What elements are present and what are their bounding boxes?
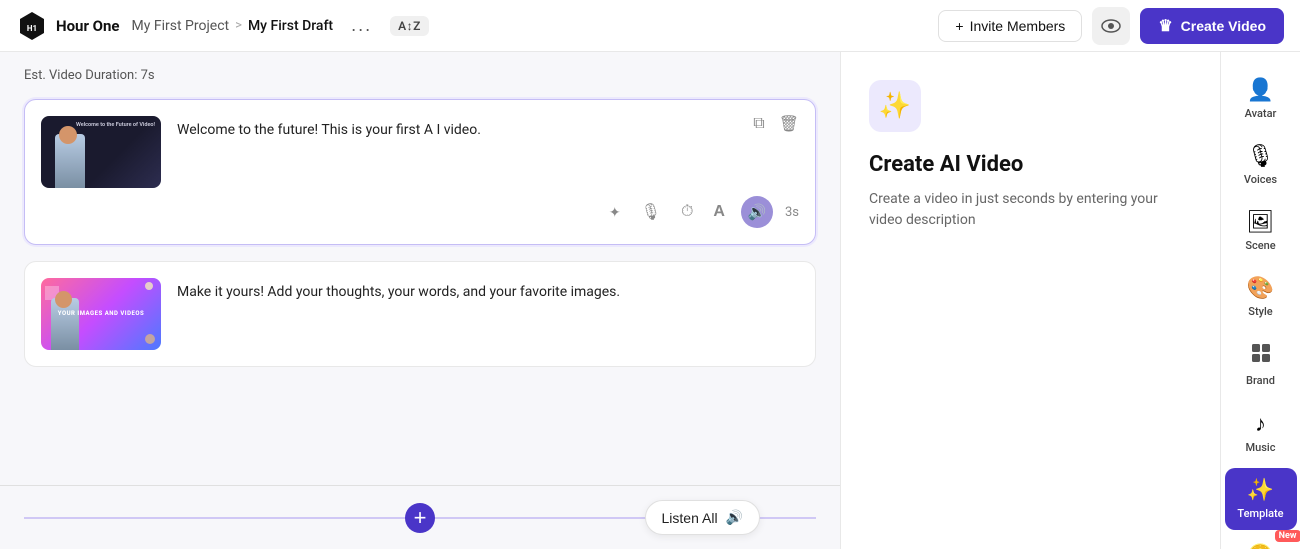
voices-icon: 🎙 <box>1247 144 1275 169</box>
template-label: Template <box>1237 507 1283 520</box>
add-scene-button[interactable]: + <box>405 503 435 533</box>
right-panel: ✨ Create AI Video Create a video in just… <box>840 52 1220 549</box>
thumb-text-2: YOUR IMAGES AND VIDEOS <box>58 309 144 319</box>
music-label: Music <box>1246 441 1276 454</box>
topbar: H1 Hour One My First Project > My First … <box>0 0 1300 52</box>
delete-button[interactable]: 🗑 <box>775 112 803 136</box>
ai-panel-title: Create AI Video <box>869 152 1192 177</box>
scene-card-2: YOUR IMAGES AND VIDEOS Make it yours! Ad… <box>24 261 816 367</box>
sidebar-item-avatar[interactable]: 👤 Avatar <box>1225 68 1297 130</box>
create-video-label: Create Video <box>1181 18 1266 34</box>
logo-icon: H1 <box>16 10 48 42</box>
ai-panel-desc: Create a video in just seconds by enteri… <box>869 189 1192 231</box>
sidebar-icons: 👤 Avatar 🎙 Voices 🖼 Scene 🎨 Style Brand … <box>1220 52 1300 549</box>
create-video-button[interactable]: ♛ Create Video <box>1140 8 1284 44</box>
listen-all-button[interactable]: Listen All 🔊 <box>645 500 760 535</box>
scene-text-2[interactable]: Make it yours! Add your thoughts, your w… <box>177 278 799 303</box>
music-icon: ♪ <box>1255 411 1266 437</box>
breadcrumb-current: My First Draft <box>248 18 333 34</box>
crown-icon: ♛ <box>1158 16 1172 36</box>
topbar-right: + Invite Members ♛ Create Video <box>938 7 1284 45</box>
scene-card-actions: ⧉ 🗑 <box>749 112 803 136</box>
logo: H1 Hour One <box>16 10 120 42</box>
sidebar-item-template[interactable]: ✨ Template <box>1225 468 1297 530</box>
svg-text:H1: H1 <box>27 24 37 33</box>
sidebar-item-music[interactable]: ♪ Music <box>1225 401 1297 464</box>
scene-card: ⧉ 🗑 Welcome to the Future of Video! Welc… <box>24 99 816 245</box>
avatar-label: Avatar <box>1245 107 1277 120</box>
ai-badge: A↕Z <box>390 16 429 36</box>
volume-button[interactable]: 🔊 <box>741 196 773 228</box>
listen-all-icon: 🔊 <box>726 509 743 526</box>
sidebar-item-coins[interactable]: New 🪙 Coins <box>1225 534 1297 549</box>
invite-plus-icon: + <box>955 18 963 34</box>
template-icon: ✨ <box>1247 478 1274 503</box>
est-duration: Est. Video Duration: 7s <box>24 68 816 83</box>
breadcrumb: My First Project > My First Draft <box>132 18 334 34</box>
style-label: Style <box>1248 305 1272 318</box>
duration-badge-1: 3s <box>785 205 799 220</box>
brand-label: Brand <box>1246 374 1275 387</box>
thumb-text-1: Welcome to the Future of Video! <box>76 122 155 130</box>
scene-thumbnail-1: Welcome to the Future of Video! <box>41 116 161 188</box>
scene-top-2: YOUR IMAGES AND VIDEOS Make it yours! Ad… <box>41 278 799 350</box>
magic-button[interactable]: ✦ <box>605 202 625 223</box>
voices-label: Voices <box>1244 173 1277 186</box>
preview-button[interactable] <box>1092 7 1130 45</box>
scene-thumbnail-2: YOUR IMAGES AND VIDEOS <box>41 278 161 350</box>
scene-label: Scene <box>1245 239 1275 252</box>
invite-members-button[interactable]: + Invite Members <box>938 10 1082 42</box>
new-badge: New <box>1275 530 1300 542</box>
scene-footer-1: ✦ 🎙 ⏱ A 🔊 3s <box>41 196 799 228</box>
avatar-icon: 👤 <box>1247 78 1274 103</box>
thumb-avatar-head <box>59 126 77 144</box>
sparkle-icon: ✨ <box>879 91 911 121</box>
scene-top: Welcome to the Future of Video! Welcome … <box>41 116 799 188</box>
coins-icon: 🪙 <box>1247 544 1274 549</box>
content-inner: Est. Video Duration: 7s ⧉ 🗑 Welcome to t… <box>0 52 840 485</box>
deco-circle-2 <box>145 334 155 344</box>
scene-icon: 🖼 <box>1247 210 1275 235</box>
style-icon: 🎨 <box>1247 276 1274 301</box>
listen-all-label: Listen All <box>662 510 718 526</box>
invite-label: Invite Members <box>970 18 1066 34</box>
main-layout: Est. Video Duration: 7s ⧉ 🗑 Welcome to t… <box>0 52 1300 549</box>
sidebar-item-voices[interactable]: 🎙 Voices <box>1225 134 1297 196</box>
more-button[interactable]: ... <box>345 11 378 40</box>
thumb-avatar-head-2 <box>55 291 72 308</box>
eye-icon <box>1101 19 1121 33</box>
sidebar-item-brand[interactable]: Brand <box>1225 332 1297 397</box>
scene-text-1[interactable]: Welcome to the future! This is your firs… <box>177 116 799 141</box>
microphone-button[interactable]: 🎙 <box>637 200 665 224</box>
content-area: Est. Video Duration: 7s ⧉ 🗑 Welcome to t… <box>0 52 840 549</box>
copy-button[interactable]: ⧉ <box>749 112 768 136</box>
bottom-bar: + Listen All 🔊 <box>0 485 840 549</box>
brand-icon <box>1250 342 1272 370</box>
timer-button[interactable]: ⏱ <box>677 201 697 223</box>
sidebar-item-scene[interactable]: 🖼 Scene <box>1225 200 1297 262</box>
breadcrumb-sep: > <box>235 18 242 33</box>
font-button[interactable]: A <box>709 201 729 223</box>
sidebar-item-style[interactable]: 🎨 Style <box>1225 266 1297 328</box>
deco-circle-3 <box>145 282 153 290</box>
breadcrumb-project[interactable]: My First Project <box>132 18 230 34</box>
ai-panel-icon: ✨ <box>869 80 921 132</box>
ai-panel-content: ✨ Create AI Video Create a video in just… <box>841 52 1220 549</box>
logo-text: Hour One <box>56 17 120 35</box>
